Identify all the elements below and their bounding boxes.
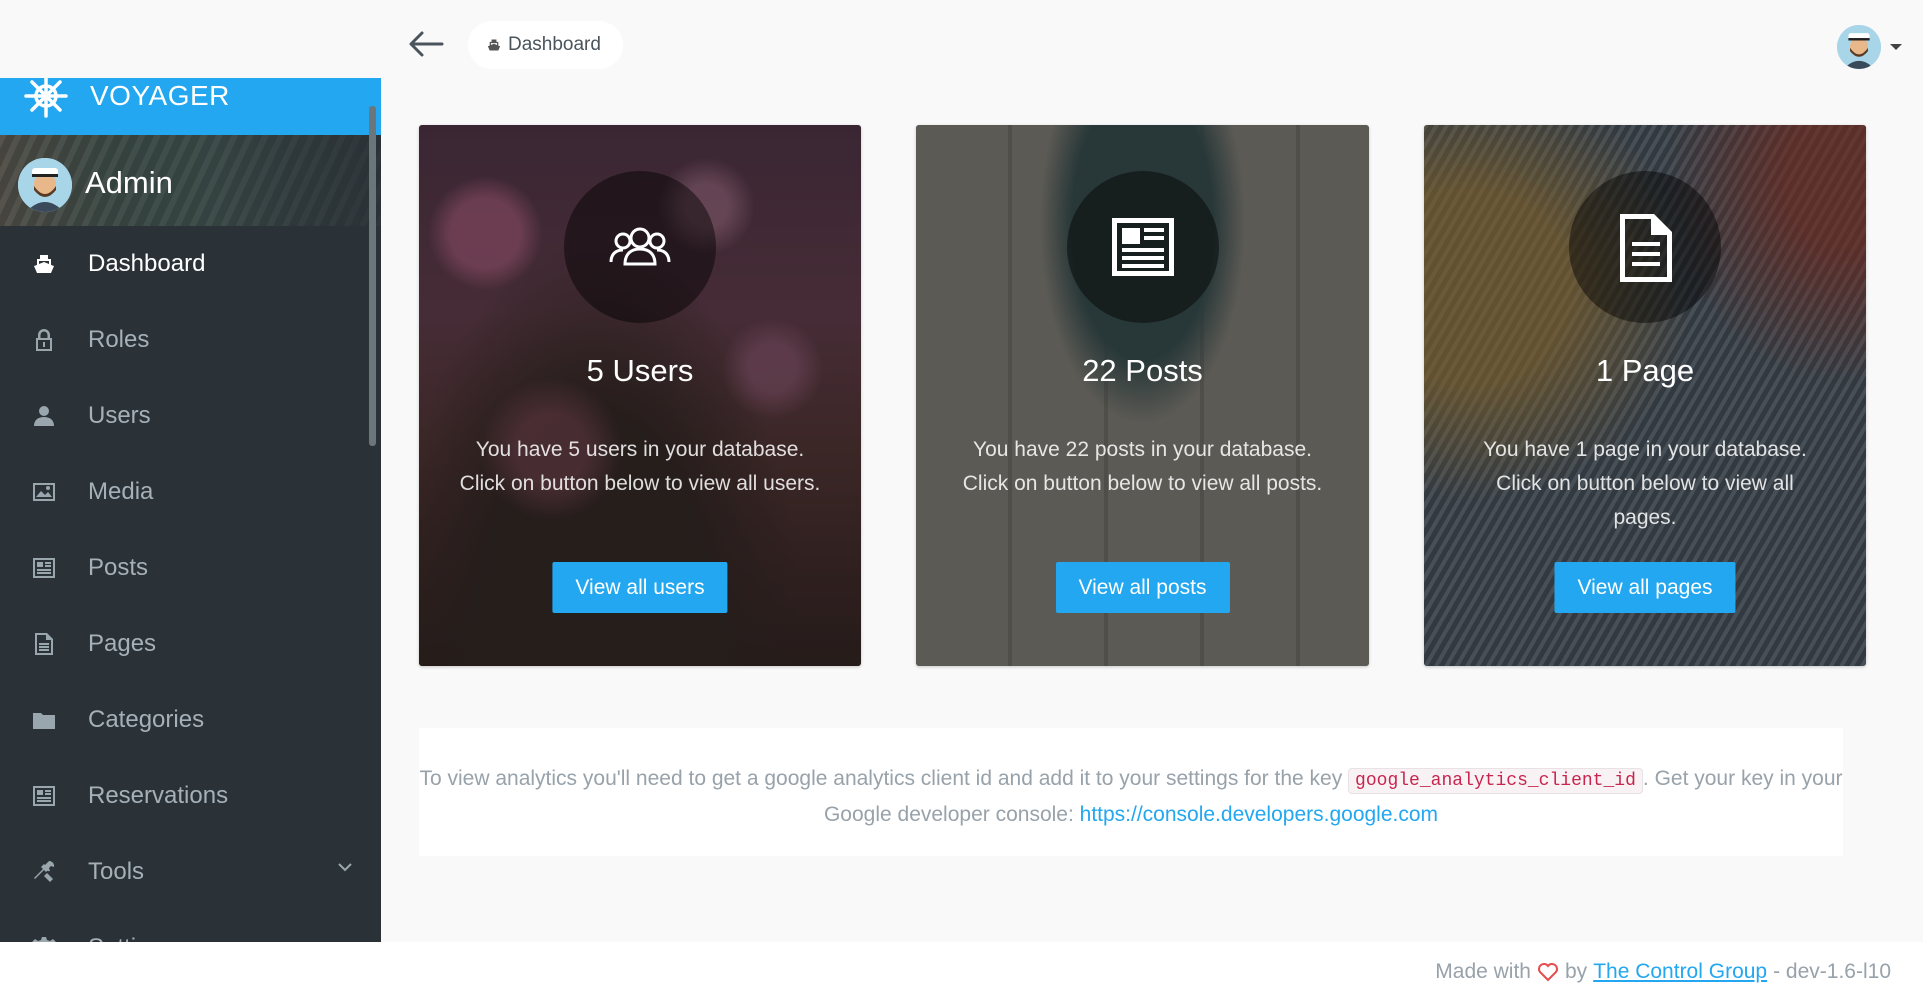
sidebar-item-label: Posts: [88, 554, 149, 581]
card-text: You have 22 posts in your database. Clic…: [962, 438, 1323, 495]
sidebar-item-tools[interactable]: Tools: [0, 834, 381, 910]
profile-panel[interactable]: Admin: [0, 135, 381, 226]
sidebar-item-settings[interactable]: Settings: [0, 910, 381, 942]
card-title: 5 Users: [586, 353, 694, 388]
card-icon-circle: [1569, 171, 1721, 323]
breadcrumb[interactable]: Dashboard: [468, 21, 623, 69]
news-icon: [30, 782, 58, 810]
file-text-icon: [1620, 214, 1672, 282]
sidebar-item-label: Settings: [88, 934, 175, 942]
card-title: 1 Page: [1595, 353, 1695, 388]
profile-name: Admin: [85, 165, 173, 200]
news-icon: [1111, 218, 1174, 276]
lock-icon: [30, 326, 58, 354]
sidebar-item-label: Roles: [88, 326, 150, 353]
view-all-users-button[interactable]: View all users: [552, 562, 728, 613]
sidebar-item-label: Categories: [88, 706, 205, 733]
breadcrumb-label: Dashboard: [508, 34, 601, 55]
card-icon-circle: [564, 171, 716, 323]
card-text: You have 1 page in your database. Click …: [1483, 438, 1807, 529]
sidebar-item-roles[interactable]: Roles: [0, 302, 381, 378]
sidebar-scrollbar[interactable]: [369, 106, 376, 446]
card-text: You have 5 users in your database. Click…: [459, 438, 821, 495]
gear-icon: [30, 934, 58, 942]
view-all-posts-button[interactable]: View all posts: [1055, 562, 1230, 613]
card-content: 5 Users You have 5 users in your databas…: [419, 125, 861, 666]
sidebar-menu: Dashboard Roles Users Media Posts Pages …: [0, 226, 381, 942]
analytics-text: To view analytics you'll need to get a g…: [419, 767, 1349, 790]
sidebar-item-label: Pages: [88, 630, 157, 657]
brand-title: VOYAGER: [90, 79, 230, 111]
arrow-left-icon[interactable]: [408, 29, 444, 59]
posts-card: 22 Posts You have 22 posts in your datab…: [916, 125, 1369, 666]
footer-credits: Made with by The Control Group - dev-1.6…: [1435, 960, 1891, 984]
users-card: 5 Users You have 5 users in your databas…: [419, 125, 861, 666]
heart-icon: [1538, 963, 1558, 982]
sidebar-item-label: Dashboard: [88, 250, 206, 277]
user-avatar[interactable]: [1837, 25, 1881, 69]
google-console-link[interactable]: https://console.developers.google.com: [1080, 803, 1438, 826]
card-content: 1 Page You have 1 page in your database.…: [1424, 125, 1866, 666]
analytics-notice: To view analytics you'll need to get a g…: [419, 728, 1843, 856]
view-all-pages-button[interactable]: View all pages: [1554, 562, 1736, 613]
analytics-key-code: google_analytics_client_id: [1348, 768, 1643, 794]
card-content: 22 Posts You have 22 posts in your datab…: [916, 125, 1369, 666]
sidebar-item-label: Users: [88, 402, 151, 429]
folder-icon: [30, 706, 58, 734]
footer-by: by: [1565, 960, 1588, 983]
brand-bar[interactable]: VOYAGER: [0, 78, 381, 135]
boat-icon: [30, 250, 58, 278]
news-icon: [30, 554, 58, 582]
sidebar-item-reservations[interactable]: Reservations: [0, 758, 381, 834]
card-icon-circle: [1066, 171, 1219, 323]
ship-wheel-icon: [24, 78, 68, 118]
sidebar-item-categories[interactable]: Categories: [0, 682, 381, 758]
person-icon: [30, 402, 58, 430]
sidebar: VOYAGER Admin Dashboard Roles Users Medi…: [0, 78, 381, 942]
footer-version: - dev-1.6-l10: [1773, 960, 1891, 983]
group-icon: [609, 227, 671, 266]
footer: Made with by The Control Group - dev-1.6…: [0, 942, 1923, 1005]
file-text-icon: [30, 630, 58, 658]
chevron-down-icon: [338, 863, 352, 872]
sidebar-item-label: Tools: [88, 858, 145, 885]
sidebar-item-label: Media: [88, 478, 154, 505]
sidebar-item-pages[interactable]: Pages: [0, 606, 381, 682]
footer-company-link[interactable]: The Control Group: [1593, 960, 1767, 984]
sidebar-item-media[interactable]: Media: [0, 454, 381, 530]
caret-down-icon[interactable]: [1890, 44, 1902, 50]
sidebar-item-users[interactable]: Users: [0, 378, 381, 454]
sidebar-item-posts[interactable]: Posts: [0, 530, 381, 606]
avatar: [18, 158, 72, 212]
footer-made-with: Made with: [1435, 960, 1531, 983]
tools-icon: [30, 858, 58, 886]
card-title: 22 Posts: [1082, 353, 1203, 388]
boat-icon: [487, 39, 501, 51]
sidebar-item-dashboard[interactable]: Dashboard: [0, 226, 381, 302]
image-icon: [30, 478, 58, 506]
sidebar-item-label: Reservations: [88, 782, 229, 809]
pages-card: 1 Page You have 1 page in your database.…: [1424, 125, 1866, 666]
